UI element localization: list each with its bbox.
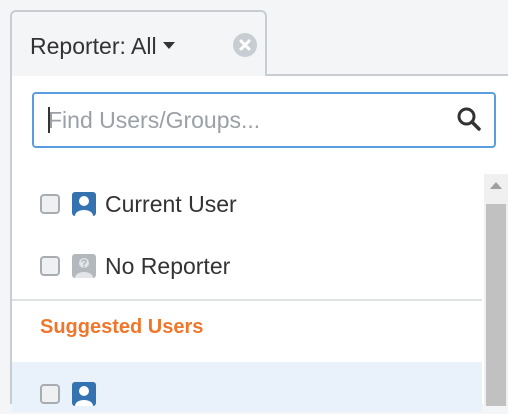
unknown-user-avatar-icon	[72, 254, 96, 278]
user-avatar-icon	[72, 382, 96, 406]
list-divider	[12, 299, 482, 301]
reporter-filter-text: Reporter: All	[30, 33, 157, 59]
checkbox-suggested-user[interactable]	[40, 384, 60, 404]
user-avatar-icon	[72, 192, 96, 216]
caret-down-icon	[162, 42, 175, 50]
option-no-reporter[interactable]: No Reporter	[40, 246, 230, 286]
option-current-user[interactable]: Current User	[40, 184, 237, 224]
user-list: Current User No Reporter Suggested Users	[12, 174, 508, 412]
checkbox-current-user[interactable]	[40, 194, 60, 214]
scroll-up-icon[interactable]	[490, 182, 502, 189]
clear-filter-icon[interactable]	[233, 33, 257, 57]
suggested-users-heading: Suggested Users	[40, 316, 204, 338]
reporter-dropdown: Current User No Reporter Suggested Users	[10, 74, 508, 412]
checkbox-no-reporter[interactable]	[40, 256, 60, 276]
reporter-filter-button[interactable]: Reporter: All	[10, 10, 267, 76]
reporter-filter-label[interactable]: Reporter: All	[30, 32, 175, 60]
search-icon[interactable]	[456, 106, 482, 132]
list-scrollbar[interactable]	[484, 174, 508, 406]
search-box[interactable]	[32, 92, 496, 148]
option-label-no-reporter: No Reporter	[105, 252, 231, 279]
scroll-thumb[interactable]	[486, 204, 506, 406]
suggested-user-row[interactable]	[12, 362, 482, 412]
close-icon	[239, 39, 251, 51]
text-cursor	[48, 107, 50, 133]
option-suggested-user[interactable]	[40, 374, 105, 414]
option-label-current-user: Current User	[105, 190, 237, 217]
find-users-input[interactable]	[34, 94, 434, 146]
